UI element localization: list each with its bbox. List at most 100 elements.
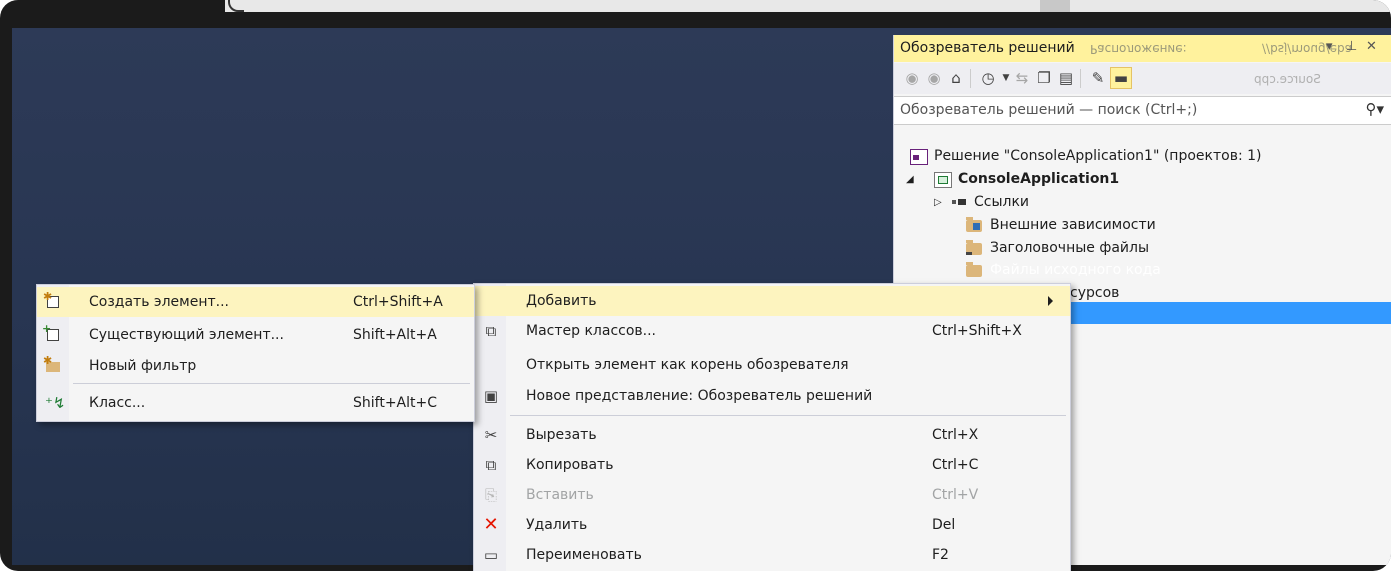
solution-explorer-title-bar[interactable]: Обозреватель решений Расположение: //bsj…: [894, 35, 1391, 62]
menu-item-label: Переименовать: [526, 547, 642, 563]
tree-node-source-files[interactable]: Файлы исходного кода: [894, 259, 1391, 282]
menu-item-label: Вырезать: [526, 427, 597, 443]
menu-item-shortcut: F2: [932, 547, 949, 563]
menu-item-scope-to-this[interactable]: Открыть элемент как корень обозревателя: [474, 350, 1070, 380]
scissors-icon: ✂: [484, 426, 498, 444]
menu-item-label: Открыть элемент как корень обозревателя: [526, 357, 849, 373]
menu-item-label: Мастер классов...: [526, 323, 657, 339]
tree-node-solution[interactable]: Решение "ConsoleApplication1" (проектов:…: [894, 145, 1391, 168]
tree-node-label: Внешние зависимости: [990, 217, 1156, 233]
menu-item-label: Новый фильтр: [89, 358, 197, 374]
menu-item-paste[interactable]: ⎘ Вставить Ctrl+V: [474, 480, 1070, 510]
solution-explorer-search-input[interactable]: Обозреватель решений — поиск (Ctrl+;) ⚲▾: [894, 96, 1391, 125]
solution-icon: [910, 149, 928, 165]
menu-item-add[interactable]: Добавить: [474, 286, 1070, 316]
new-item-icon: ✱: [43, 290, 63, 310]
copy-icon: ⧉: [485, 456, 497, 474]
submenu-item-existing-item[interactable]: + Существующий элемент... Shift+Alt+A: [37, 320, 474, 350]
new-view-icon: ▣: [483, 387, 499, 405]
collapsed-arrow-icon[interactable]: ▷: [934, 191, 942, 214]
tree-node-label: Решение "ConsoleApplication1" (проектов:…: [934, 148, 1262, 164]
folder-icon: [966, 240, 982, 255]
ghost-text: Расположение:: [1090, 42, 1187, 56]
menu-item-label: Удалить: [526, 517, 588, 533]
rename-icon: ▭: [483, 546, 499, 564]
back-icon[interactable]: ◉: [902, 68, 922, 88]
menu-item-class-wizard[interactable]: ⧉ Мастер классов... Ctrl+Shift+X: [474, 316, 1070, 346]
tree-node-label: Заголовочные файлы: [990, 240, 1149, 256]
tree-node-references[interactable]: ▷ Ссылки: [894, 191, 1391, 214]
tree-node-project[interactable]: ◢ ConsoleApplication1: [894, 168, 1391, 191]
submenu-item-new-item[interactable]: ✱ Создать элемент... Ctrl+Shift+A: [37, 287, 474, 317]
menu-separator: [73, 383, 470, 384]
menu-item-cut[interactable]: ✂ Вырезать Ctrl+X: [474, 420, 1070, 450]
close-icon[interactable]: ✕: [1366, 39, 1377, 54]
menu-item-label: Добавить: [526, 293, 597, 309]
menu-item-shortcut: Ctrl+C: [932, 457, 979, 473]
collapse-all-icon[interactable]: ❐: [1034, 68, 1054, 88]
menu-item-rename[interactable]: ▭ Переименовать F2: [474, 540, 1070, 570]
top-strip-mark: [228, 0, 244, 12]
submenu-item-new-filter[interactable]: ✱ Новый фильтр: [37, 351, 474, 381]
ghost-text: //bsj/moug/eba: [1262, 42, 1352, 56]
toolbar-separator: [1080, 69, 1081, 88]
menu-item-label: Вставить: [526, 487, 594, 503]
properties-wrench-icon[interactable]: ✎: [1088, 68, 1108, 88]
pending-changes-filter-icon[interactable]: ◷: [978, 68, 998, 88]
top-strip-dark: [0, 0, 225, 12]
menu-item-shortcut: Ctrl+Shift+A: [353, 294, 443, 310]
menu-item-shortcut: Ctrl+X: [932, 427, 979, 443]
top-strip: [0, 0, 1391, 12]
submenu-item-class[interactable]: ⁺↯ Класс... Shift+Alt+C: [37, 388, 474, 418]
tree-node-external-dependencies[interactable]: Внешние зависимости: [894, 214, 1391, 237]
folder-icon: [966, 217, 982, 232]
ghost-text: Source.cpp: [1254, 72, 1321, 86]
add-class-icon: ⁺↯: [45, 394, 66, 412]
paste-icon: ⎘: [484, 486, 497, 504]
add-submenu: ✱ Создать элемент... Ctrl+Shift+A + Суще…: [36, 284, 475, 422]
tree-node-header-files[interactable]: Заголовочные файлы: [894, 237, 1391, 260]
expanded-arrow-icon[interactable]: ◢: [906, 168, 914, 191]
show-all-files-icon[interactable]: ▤: [1056, 68, 1076, 88]
menu-separator: [510, 415, 1066, 416]
dropdown-arrow-icon[interactable]: ▾: [1326, 39, 1333, 54]
panel-title: Обозреватель решений: [900, 40, 1075, 56]
toolbar-separator: [970, 69, 971, 88]
new-filter-icon: ✱: [43, 354, 63, 374]
tree-node-label: Файлы исходного кода: [990, 262, 1161, 278]
home-icon[interactable]: ⌂: [946, 68, 966, 88]
tree-node-label: Ссылки: [974, 194, 1030, 210]
class-wizard-icon: ⧉: [485, 322, 497, 340]
menu-item-new-view[interactable]: ▣ Новое представление: Обозреватель реше…: [474, 381, 1070, 411]
existing-item-icon: +: [42, 322, 63, 343]
submenu-arrow-icon: [1048, 296, 1053, 306]
folder-icon: [966, 262, 982, 277]
menu-item-label: Копировать: [526, 457, 614, 473]
menu-item-label: Новое представление: Обозреватель решени…: [526, 388, 873, 404]
top-strip-grey: [1040, 0, 1070, 12]
sync-icon[interactable]: ⇆: [1012, 68, 1032, 88]
menu-item-shortcut: Ctrl+V: [932, 487, 979, 503]
menu-item-label: Создать элемент...: [89, 294, 229, 310]
solution-explorer-toolbar: ◉ ◉ ⌂ ◷ ▼ ⇆ ❐ ▤ ✎ ▬ Source.cpp: [894, 63, 1391, 94]
preview-selected-icon[interactable]: ▬: [1110, 67, 1132, 89]
search-icon[interactable]: ⚲▾: [1365, 100, 1384, 118]
menu-item-shortcut: Del: [932, 517, 956, 533]
cpp-project-icon: [934, 172, 952, 188]
menu-item-shortcut: Shift+Alt+A: [353, 327, 437, 343]
menu-item-copy[interactable]: ⧉ Копировать Ctrl+C: [474, 450, 1070, 480]
tree-node-label: ConsoleApplication1: [958, 171, 1120, 187]
search-placeholder: Обозреватель решений — поиск (Ctrl+;): [900, 102, 1198, 118]
menu-item-shortcut: Shift+Alt+C: [353, 395, 438, 411]
window-frame: Обозреватель решений Расположение: //bsj…: [0, 0, 1391, 571]
pin-icon[interactable]: ⊥: [1346, 39, 1357, 54]
menu-item-label: Существующий элемент...: [89, 327, 284, 343]
tree-node-label: сурсов: [1070, 285, 1120, 301]
forward-icon[interactable]: ◉: [924, 68, 944, 88]
context-menu: Добавить ⧉ Мастер классов... Ctrl+Shift+…: [473, 283, 1071, 571]
menu-item-delete[interactable]: ✕ Удалить Del: [474, 510, 1070, 540]
menu-item-label: Класс...: [89, 395, 146, 411]
delete-x-icon: ✕: [483, 514, 499, 535]
menu-item-shortcut: Ctrl+Shift+X: [932, 323, 1022, 339]
references-icon: [952, 199, 966, 205]
